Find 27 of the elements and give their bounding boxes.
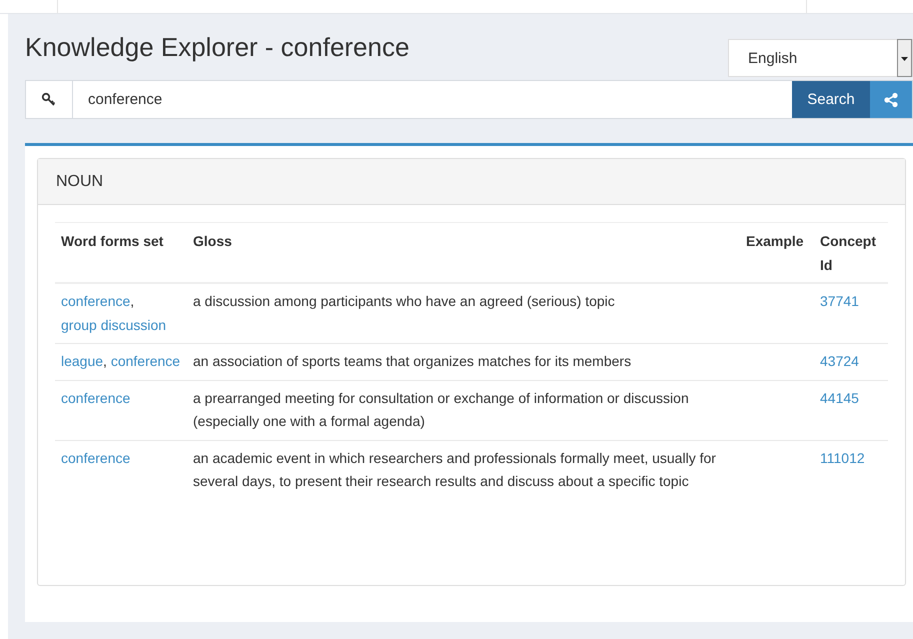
word-link[interactable]: conference xyxy=(61,290,130,314)
gloss-text: an academic event in which researchers and professionals formally meet, usually for several days, to present their research results and discuss about a specific topic xyxy=(193,450,716,489)
word-link[interactable]: group discussion xyxy=(61,314,166,337)
page-title: Knowledge Explorer - conference xyxy=(25,32,410,63)
search-field[interactable]: conference Search xyxy=(25,80,913,119)
word-link[interactable]: conference xyxy=(110,350,180,374)
column-header: Example xyxy=(740,222,814,283)
gloss-text: a prearranged meeting for consultation or exchange of information or discussion (especially one with a formal agenda) xyxy=(193,390,689,429)
concept-id-link[interactable]: 111012 xyxy=(820,450,865,466)
separator: , xyxy=(103,353,107,369)
column-header: Gloss xyxy=(187,222,740,283)
share-icon xyxy=(883,92,899,108)
panel-heading: NOUN xyxy=(38,159,905,205)
gloss-text: an association of sports teams that organizes matches for its members xyxy=(193,353,632,369)
word-link[interactable]: league xyxy=(61,350,104,374)
word-link[interactable]: conference xyxy=(61,386,130,410)
concept-id-link[interactable]: 44145 xyxy=(820,390,859,406)
search-button[interactable]: Search xyxy=(792,81,870,118)
gloss-text: a discussion among participants who have an agreed (serious) topic xyxy=(193,293,615,309)
column-header: Word forms set xyxy=(55,222,187,283)
language-select[interactable]: English xyxy=(728,39,913,77)
share-button[interactable] xyxy=(870,81,912,118)
concept-id-link[interactable]: 43724 xyxy=(820,353,859,369)
column-header: Concept Id xyxy=(814,222,888,283)
word-link[interactable]: conference xyxy=(61,446,130,470)
concept-id-link[interactable]: 37741 xyxy=(820,293,859,309)
separator: , xyxy=(130,293,134,309)
